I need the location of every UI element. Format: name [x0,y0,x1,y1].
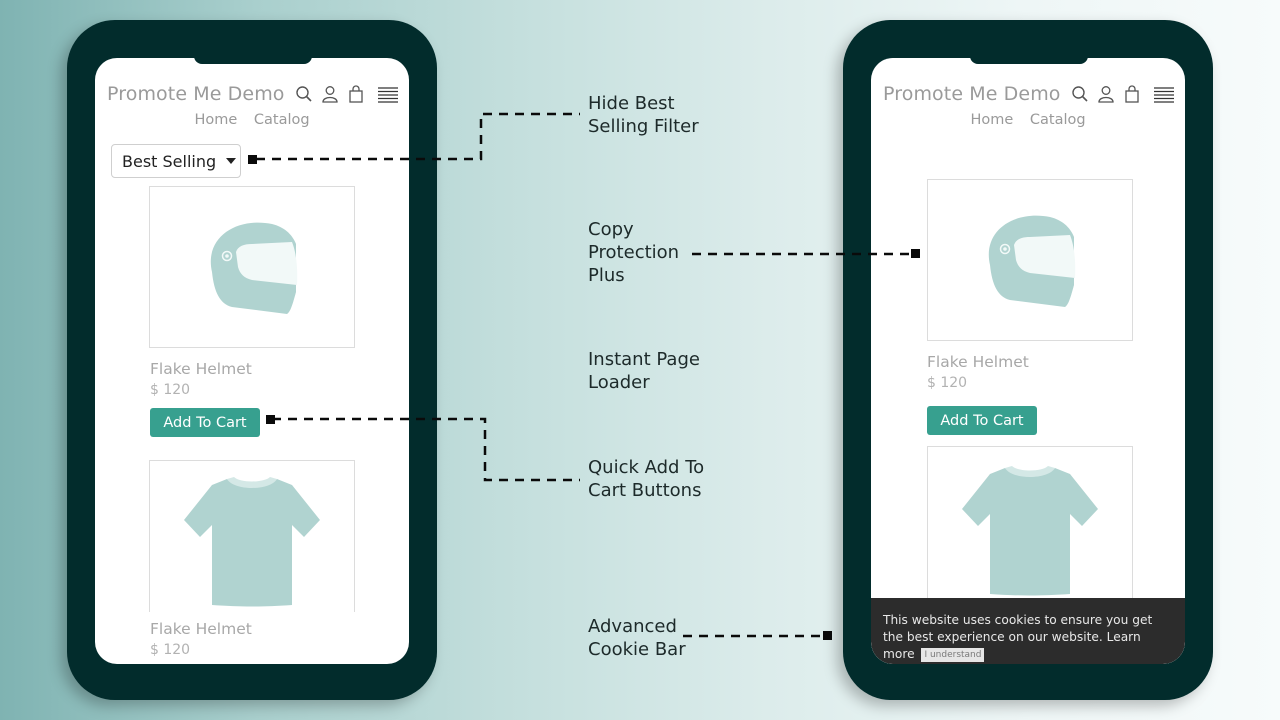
feature-label-instant-page-loader: Instant Page Loader [588,348,700,394]
header-icons [1071,85,1175,103]
shopping-bag-icon[interactable] [347,85,365,103]
nav-link-home[interactable]: Home [194,112,237,128]
tshirt-icon [184,476,320,606]
user-icon[interactable] [1097,85,1115,103]
helmet-icon [210,222,298,314]
phone-screen-right: Promote Me Demo Home Catalog Flake Helme… [871,58,1185,664]
product-image-helmet[interactable] [149,186,355,348]
feature-label-line: Copy [588,219,634,240]
feature-label-line: Advanced [588,616,677,637]
feature-label-line: Cart Buttons [588,480,702,501]
sort-select-value: Best Selling [122,151,217,171]
store-title[interactable]: Promote Me Demo [883,83,1061,105]
nav-link-catalog[interactable]: Catalog [254,112,310,128]
phone-screen-left: Promote Me Demo Home Catalog Best Sellin… [95,58,409,664]
product-name[interactable]: Flake Helmet [927,353,1029,371]
cookie-accept-button[interactable]: I understand [921,648,985,662]
phone-notch [194,56,312,64]
feature-label-line: Instant Page [588,349,700,370]
store-title[interactable]: Promote Me Demo [107,83,285,105]
shopping-bag-icon[interactable] [1123,85,1141,103]
add-to-cart-button[interactable]: Add To Cart [150,408,260,437]
store-nav: Home Catalog [95,112,409,128]
store-header: Promote Me Demo [883,80,1175,108]
tshirt-icon [962,465,1098,595]
search-icon[interactable] [295,85,313,103]
product-name[interactable]: Flake Helmet [150,620,252,638]
feature-label-quick-add-to-cart: Quick Add To Cart Buttons [588,456,704,502]
product-price: $ 120 [927,375,968,391]
user-icon[interactable] [321,85,339,103]
feature-label-hide-best-selling-filter: Hide Best Selling Filter [588,92,699,138]
nav-link-home[interactable]: Home [970,112,1013,128]
search-icon[interactable] [1071,85,1089,103]
feature-label-line: Hide Best [588,93,675,114]
store-nav: Home Catalog [871,112,1185,128]
helmet-icon [988,215,1076,307]
store-header: Promote Me Demo [107,80,399,108]
connector-endpoint-marker [823,631,832,640]
product-image-tshirt[interactable] [149,460,355,612]
feature-label-line: Quick Add To [588,457,705,478]
feature-label-line: Loader [588,372,650,393]
feature-label-line: Protection [588,242,680,263]
feature-label-line: Cookie Bar [588,639,686,660]
chevron-down-icon [226,158,237,164]
phone-mockup-left: Promote Me Demo Home Catalog Best Sellin… [67,20,437,700]
product-price: $ 120 [150,642,191,658]
product-image-tshirt[interactable] [927,446,1133,606]
hamburger-menu-icon[interactable] [1153,85,1175,103]
sort-by-select[interactable]: Best Selling [111,144,241,178]
feature-label-line: Selling Filter [588,116,699,137]
product-image-helmet[interactable] [927,179,1133,341]
phone-mockup-right: Promote Me Demo Home Catalog Flake Helme… [843,20,1213,700]
header-icons [295,85,399,103]
product-price: $ 120 [150,382,191,398]
add-to-cart-button[interactable]: Add To Cart [927,406,1037,435]
feature-label-line: Plus [588,265,625,286]
feature-label-copy-protection-plus: Copy Protection Plus [588,218,679,287]
phone-notch [970,56,1088,64]
feature-label-advanced-cookie-bar: Advanced Cookie Bar [588,615,686,661]
hamburger-menu-icon[interactable] [377,85,399,103]
product-name[interactable]: Flake Helmet [150,360,252,378]
cookie-consent-bar: This website uses cookies to ensure you … [871,598,1185,664]
nav-link-catalog[interactable]: Catalog [1030,112,1086,128]
